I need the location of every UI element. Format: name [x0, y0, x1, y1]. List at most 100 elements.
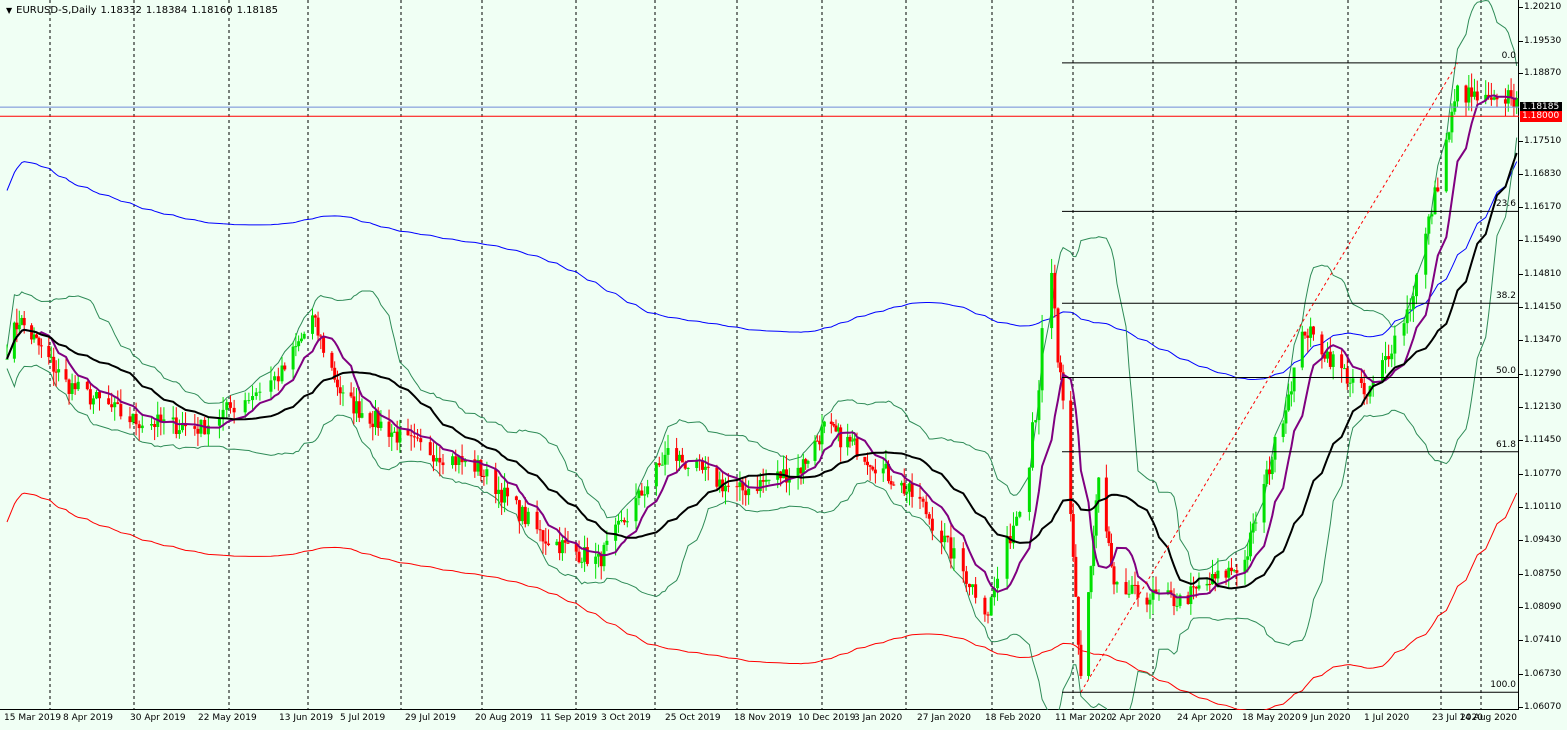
candle-body: [322, 336, 326, 353]
candle-body: [47, 345, 51, 358]
candle-body: [1087, 592, 1091, 676]
candle-body: [580, 561, 584, 563]
candle-body: [1265, 469, 1269, 484]
price-axis-label: 1.09430: [1518, 535, 1562, 546]
candle-body: [1331, 354, 1335, 367]
fibonacci-level-label: 61.8: [1495, 439, 1516, 450]
candle-body: [905, 491, 909, 494]
candle-body: [1351, 378, 1355, 383]
candle-body: [1289, 391, 1293, 395]
candle-body: [1273, 436, 1277, 460]
price-axis[interactable]: 1.20210 1.19530 1.18870 1.17510 1.16830 1.161…: [1518, 0, 1567, 712]
price-chart[interactable]: [0, 0, 1519, 710]
candle-body: [738, 482, 742, 487]
candle-body: [379, 421, 383, 428]
candle-body: [1213, 573, 1217, 579]
candle-body: [1359, 378, 1363, 383]
candle-body: [1292, 367, 1296, 392]
candle-body: [1433, 187, 1437, 215]
candle-body: [500, 489, 504, 503]
candle-body: [544, 541, 548, 544]
candle-body: [715, 467, 719, 487]
symbol-name: EURUSD-S,Daily: [16, 5, 97, 16]
candle-body: [177, 430, 181, 435]
candle-body: [1079, 644, 1083, 676]
candle-body: [706, 466, 710, 468]
candle-body: [196, 428, 200, 434]
candle-body: [171, 417, 175, 420]
candle-body: [889, 481, 893, 485]
candle-body: [22, 317, 26, 326]
candle-body: [1309, 326, 1313, 338]
candle-body: [761, 480, 765, 482]
candle-body: [634, 498, 638, 522]
candle-body: [726, 485, 730, 487]
candle-body: [17, 324, 21, 330]
candle-body: [291, 346, 295, 370]
candle-body: [1251, 523, 1255, 533]
candle-body: [1112, 566, 1116, 585]
candle-body: [85, 381, 89, 390]
candle-body: [91, 398, 95, 405]
time-axis-label: 1 Jul 2020: [1364, 713, 1410, 723]
candle-body: [116, 402, 120, 405]
plot-area[interactable]: ▼ EURUSD-S,Daily 1.18332 1.18384 1.18160…: [0, 0, 1519, 710]
candle-body: [1430, 214, 1434, 217]
candle-body: [1216, 570, 1220, 579]
candle-body: [374, 410, 377, 428]
candle-body: [482, 475, 486, 477]
chart-window[interactable]: ▼ EURUSD-S,Daily 1.18332 1.18384 1.18160…: [0, 0, 1567, 730]
candle-body: [868, 465, 872, 467]
fast-moving-average-line: [6, 94, 1517, 599]
candle-body: [113, 402, 117, 408]
ohlc-close: 1.18185: [236, 5, 278, 16]
candle-body: [617, 520, 621, 525]
candle-body: [921, 498, 925, 502]
candle-body: [1056, 308, 1060, 363]
candle-body: [776, 471, 780, 480]
candle-body: [701, 461, 704, 470]
candle-body: [232, 407, 236, 413]
time-axis-label: 3 Oct 2019: [601, 713, 651, 723]
candle-body: [1175, 605, 1179, 607]
candle-body: [971, 584, 975, 588]
candle-body: [967, 583, 971, 588]
price-axis-label: 1.12790: [1518, 369, 1562, 380]
time-axis-label: 18 May 2020: [1242, 713, 1301, 723]
candle-body: [637, 490, 641, 499]
price-axis-label: 1.16170: [1518, 201, 1562, 212]
candle-body: [1450, 111, 1454, 133]
symbol-header: ▼ EURUSD-S,Daily 1.18332 1.18384 1.18160…: [6, 5, 278, 16]
candle-body: [614, 524, 618, 541]
fibonacci-level-label: 100.0: [1490, 680, 1516, 691]
candle-body: [110, 404, 114, 408]
candle-body: [88, 389, 92, 405]
candle-body: [1387, 356, 1391, 360]
candle-body: [541, 530, 545, 542]
candle-body: [52, 356, 56, 372]
candle-body: [796, 467, 800, 477]
candle-body: [1133, 584, 1137, 586]
price-axis-label: 1.11450: [1518, 435, 1562, 446]
candle-body: [128, 416, 132, 423]
time-axis[interactable]: 15 Mar 2019 8 Apr 2019 30 Apr 2019 22 May 2…: [0, 710, 1519, 730]
candle-body: [283, 365, 287, 370]
candle-body: [910, 483, 914, 497]
price-axis-label: 1.06730: [1518, 668, 1562, 679]
candle-body: [1328, 351, 1332, 367]
candle-body: [416, 437, 420, 439]
candle-body: [1071, 514, 1075, 557]
price-axis-label: 1.14810: [1518, 269, 1562, 280]
candle-body: [918, 496, 922, 499]
dropdown-triangle-icon[interactable]: ▼: [6, 6, 12, 15]
candle-body: [871, 466, 875, 470]
candle-body: [1464, 85, 1468, 103]
candle-body: [646, 486, 650, 495]
candle-body: [822, 421, 826, 427]
price-axis-label: 1.08090: [1518, 601, 1562, 612]
candle-body: [134, 413, 138, 425]
candle-body: [1287, 394, 1291, 411]
candle-body: [680, 454, 684, 463]
candle-body: [747, 488, 751, 496]
candle-body: [1107, 531, 1111, 544]
